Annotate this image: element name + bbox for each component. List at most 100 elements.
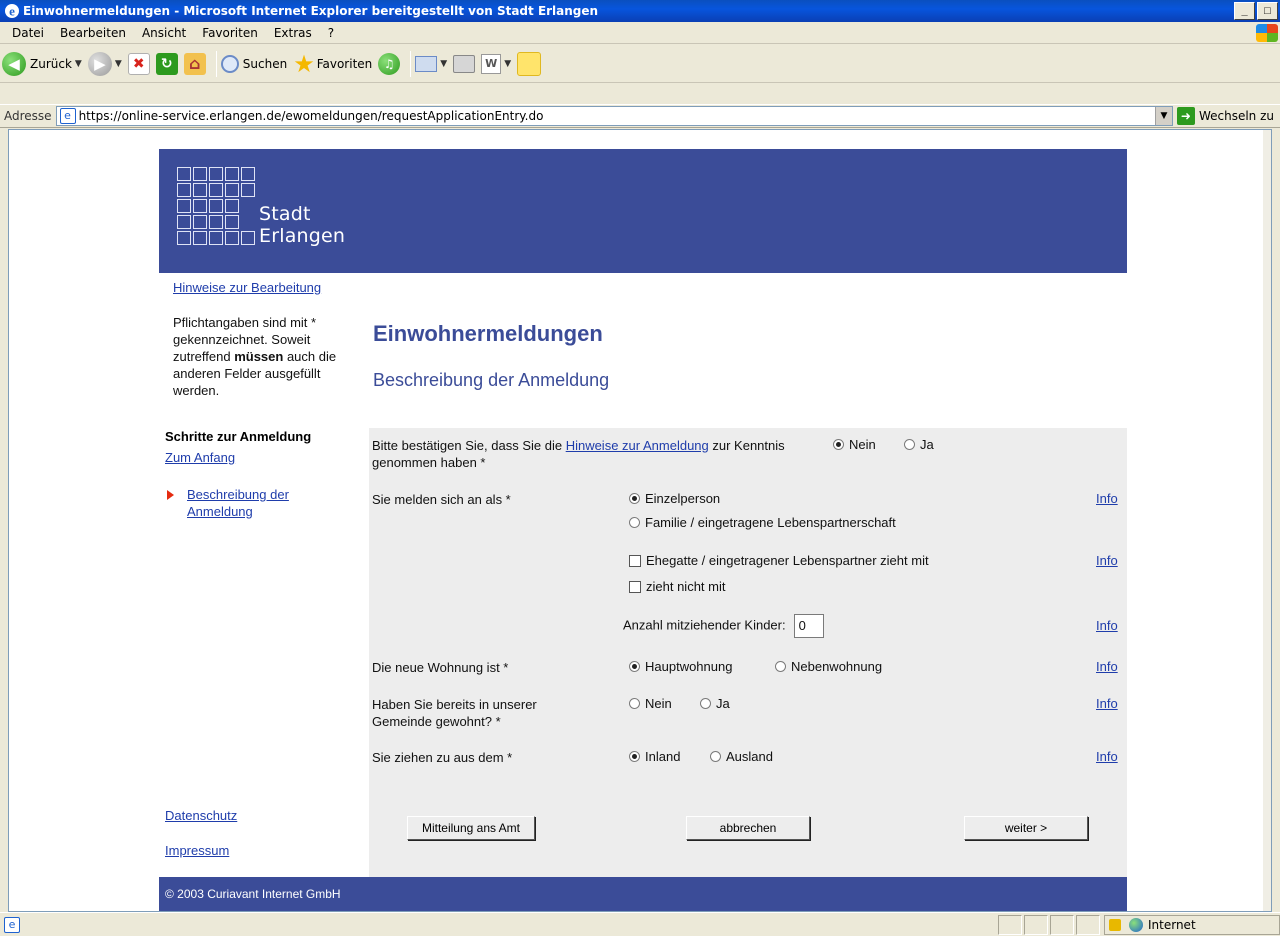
secondary-residence-option[interactable]: Nebenwohnung: [775, 659, 882, 674]
info-link-spouse[interactable]: Info: [1096, 553, 1118, 568]
single-person-option[interactable]: Einzelperson: [629, 491, 720, 506]
children-count-input[interactable]: 0: [793, 614, 824, 638]
cancel-button[interactable]: abbrechen: [686, 816, 810, 840]
lived-before-no-radio[interactable]: [629, 698, 640, 709]
stop-button[interactable]: ✖: [127, 48, 150, 80]
current-step-link-line1[interactable]: Beschreibung der: [187, 487, 289, 502]
maximize-button[interactable]: □: [1257, 2, 1278, 20]
edit-dropdown-icon[interactable]: ▼: [504, 59, 511, 69]
start-link[interactable]: Zum Anfang: [165, 450, 235, 465]
hints-link[interactable]: Hinweise zur Bearbeitung: [173, 280, 321, 295]
mail-dropdown-icon[interactable]: ▼: [440, 59, 447, 69]
menu-view[interactable]: Ansicht: [134, 26, 194, 40]
not-moving-label: zieht nicht mit: [646, 579, 726, 594]
mail-button[interactable]: ▼: [415, 48, 447, 80]
domestic-radio[interactable]: [629, 751, 640, 762]
menu-edit[interactable]: Bearbeiten: [52, 26, 134, 40]
privacy-link[interactable]: Datenschutz: [165, 808, 237, 823]
confirm-yes-radio[interactable]: [904, 439, 915, 450]
page-title: Einwohnermeldungen: [373, 321, 603, 346]
info-link-lived-before[interactable]: Info: [1096, 696, 1118, 711]
spouse-moves-checkbox[interactable]: [629, 555, 641, 567]
go-button[interactable]: ➜ Wechseln zu: [1173, 107, 1280, 125]
secondary-residence-radio[interactable]: [775, 661, 786, 672]
confirm-no-option[interactable]: Nein: [833, 437, 876, 452]
menu-file[interactable]: Datei: [4, 26, 52, 40]
info-link-residence[interactable]: Info: [1096, 659, 1118, 674]
status-cell: [998, 914, 1022, 935]
menu-help[interactable]: ?: [320, 26, 342, 40]
info-link-register-as[interactable]: Info: [1096, 491, 1118, 506]
confirm-question-pre: Bitte bestätigen Sie, dass Sie die: [372, 438, 566, 453]
forward-dropdown-icon[interactable]: ▼: [115, 59, 122, 69]
edit-button[interactable]: W ▼: [481, 48, 511, 80]
logo-grid-icon: [177, 167, 255, 245]
address-dropdown-icon[interactable]: ▼: [1154, 107, 1172, 125]
ie-logo-icon: e: [4, 3, 20, 19]
confirm-yes-option[interactable]: Ja: [904, 437, 934, 452]
registration-form: Bitte bestätigen Sie, dass Sie die Hinwe…: [369, 428, 1127, 778]
confirm-yes-label: Ja: [920, 437, 934, 452]
notes-button[interactable]: [517, 48, 542, 80]
spouse-moves-option[interactable]: Ehegatte / eingetragener Lebenspartner z…: [629, 553, 929, 568]
info-link-origin[interactable]: Info: [1096, 749, 1118, 764]
main-residence-label: Hauptwohnung: [645, 659, 733, 674]
go-arrow-icon: ➜: [1176, 107, 1195, 125]
main-residence-option[interactable]: Hauptwohnung: [629, 659, 732, 674]
lived-before-yes-label: Ja: [716, 696, 730, 711]
lived-before-yes-option[interactable]: Ja: [700, 696, 730, 711]
family-radio[interactable]: [629, 517, 640, 528]
menu-tools[interactable]: Extras: [266, 26, 320, 40]
not-moving-option[interactable]: zieht nicht mit: [629, 579, 725, 594]
imprint-link[interactable]: Impressum: [165, 843, 229, 858]
domestic-option[interactable]: Inland: [629, 749, 680, 764]
button-area: Mitteilung ans Amt abbrechen weiter >: [369, 778, 1127, 877]
abroad-option[interactable]: Ausland: [710, 749, 773, 764]
page-footer: © 2003 Curiavant Internet GmbH: [159, 877, 1127, 911]
registration-hints-link[interactable]: Hinweise zur Anmeldung: [566, 438, 709, 453]
go-label: Wechseln zu: [1198, 109, 1274, 123]
address-field[interactable]: e https://online-service.erlangen.de/ewo…: [55, 106, 1173, 126]
refresh-button[interactable]: ↻: [155, 48, 178, 80]
word-icon: W: [481, 53, 502, 74]
zone-label: Internet: [1148, 917, 1196, 932]
lived-before-no-label: Nein: [645, 696, 672, 711]
print-button[interactable]: [453, 48, 476, 80]
search-button[interactable]: Suchen: [220, 48, 287, 80]
single-person-radio[interactable]: [629, 493, 640, 504]
new-flat-question: Die neue Wohnung ist *: [372, 660, 509, 675]
status-cells: Internet: [996, 914, 1280, 935]
vertical-scrollbar[interactable]: [1263, 130, 1271, 911]
favorites-button[interactable]: ★ Favoriten: [293, 48, 372, 80]
home-button[interactable]: ⌂: [183, 48, 206, 80]
star-icon: ★: [293, 49, 315, 78]
lived-before-no-option[interactable]: Nein: [629, 696, 672, 711]
menu-favorites[interactable]: Favoriten: [194, 26, 266, 40]
forward-button[interactable]: ▶ ▼: [87, 48, 122, 80]
current-step-link-line2[interactable]: Anmeldung: [187, 504, 253, 519]
not-moving-checkbox[interactable]: [629, 581, 641, 593]
media-button[interactable]: ♫: [378, 48, 401, 80]
back-dropdown-icon[interactable]: ▼: [75, 59, 82, 69]
register-as-question: Sie melden sich an als *: [372, 492, 511, 507]
minimize-button[interactable]: _: [1234, 2, 1255, 20]
header-banner: Stadt Erlangen: [159, 149, 1127, 273]
printer-icon: [453, 54, 476, 73]
confirm-no-radio[interactable]: [833, 439, 844, 450]
main-residence-radio[interactable]: [629, 661, 640, 672]
confirm-no-label: Nein: [849, 437, 876, 452]
abroad-radio[interactable]: [710, 751, 721, 762]
security-zone[interactable]: Internet: [1104, 914, 1280, 935]
family-option[interactable]: Familie / eingetragene Lebenspartnerscha…: [629, 515, 896, 530]
back-button[interactable]: ◀ Zurück ▼: [2, 48, 82, 80]
notify-office-button[interactable]: Mitteilung ans Amt: [407, 816, 535, 840]
hint-text-bold: müssen: [234, 349, 284, 364]
address-url[interactable]: https://online-service.erlangen.de/ewome…: [79, 109, 1155, 123]
info-link-children[interactable]: Info: [1096, 618, 1118, 633]
lived-before-yes-radio[interactable]: [700, 698, 711, 709]
lived-before-question: Haben Sie bereits in unserer Gemeinde ge…: [372, 697, 537, 729]
copyright-text: © 2003 Curiavant Internet GmbH: [165, 887, 341, 901]
address-bar: Adresse e https://online-service.erlange…: [0, 104, 1280, 128]
page-subtitle: Beschreibung der Anmeldung: [373, 370, 610, 390]
next-button[interactable]: weiter >: [964, 816, 1088, 840]
